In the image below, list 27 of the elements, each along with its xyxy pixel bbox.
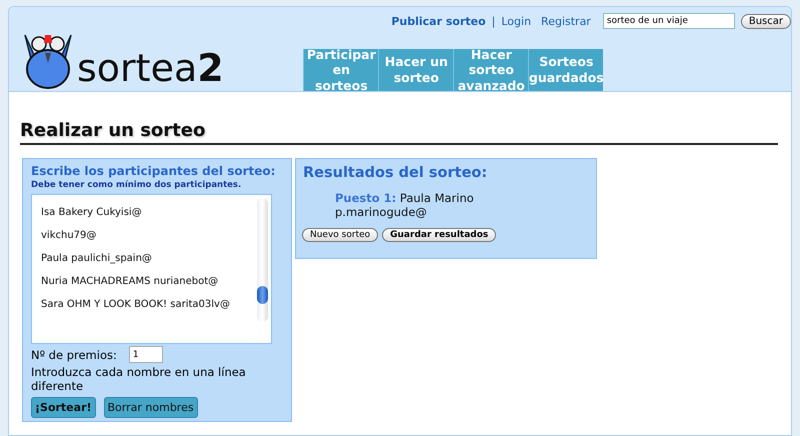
result-button[interactable]: Guardar resultados [382, 228, 496, 242]
scrollbar[interactable] [256, 198, 268, 322]
prizes-field[interactable]: 1 [128, 346, 163, 363]
search-field[interactable]: sorteo de un viaje [602, 13, 735, 29]
result-button[interactable]: Nuevo sorteo [302, 228, 378, 242]
participant-entry: Isa Bakery Cukyisi@ [41, 207, 143, 218]
participants-textarea[interactable]: Isa Bakery Cukyisi@ vikchu79@ Paula paulichi_spain@ Nuria MACHADREAMS nurianebot@ Sara OHM Y LOOK BOOK! sarita03lv@ [31, 194, 272, 344]
logo-text: sortea2 [77, 49, 224, 87]
page-title: Realizar un sorteo [20, 120, 778, 145]
header-link[interactable]: Registrar [541, 14, 591, 28]
search-button[interactable]: Buscar [740, 14, 791, 28]
results-title: Resultados del sorteo: [303, 165, 488, 181]
prizes-label: Nº de premios: [31, 348, 117, 362]
draw-button[interactable]: ¡Sortear! [31, 396, 96, 418]
participant-entry: Nuria MACHADREAMS nurianebot@ [41, 276, 220, 287]
hint-text: Debe tener como mínimo dos participantes. [31, 180, 242, 190]
link-separator: | [492, 14, 496, 28]
clear-button[interactable]: Borrar nombres [104, 396, 198, 418]
header-link[interactable]: Login [501, 14, 532, 28]
result-line: Puesto 1: Paula Marino [335, 191, 475, 206]
instructions-text: Introduzca cada nombre en una línea diferente [31, 366, 247, 394]
participant-entry: vikchu79@ [41, 230, 98, 241]
panel-title: Escribe los participantes del sorteo: [31, 164, 276, 178]
result-email: p.marinogude@ [335, 205, 428, 220]
publish-link[interactable]: Publicar sorteo [391, 14, 486, 28]
participant-entry: Paula paulichi_spain@ [41, 253, 153, 264]
participant-entry: Sara OHM Y LOOK BOOK! sarita03lv@ [41, 299, 231, 310]
